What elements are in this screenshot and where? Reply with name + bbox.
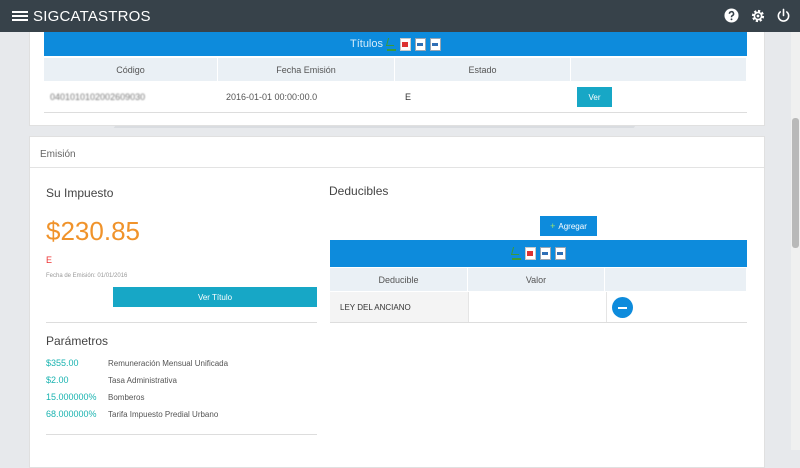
ver-titulo-row-button[interactable]: Ver [577, 87, 612, 107]
status-marker: E [46, 255, 53, 265]
param-value: $355.00 [46, 358, 79, 368]
divider [46, 434, 317, 435]
estado-cell: E [405, 92, 412, 102]
param-label: Remuneración Mensual Unificada [108, 359, 229, 368]
param-label: Bomberos [108, 393, 145, 402]
table-row: LEY DEL ANCIANO [330, 292, 747, 323]
emision-header: Emisión [30, 137, 764, 168]
titulos-header: Títulos [44, 32, 747, 56]
column-header: Fecha Emisión [218, 58, 396, 81]
excel-export-icon[interactable] [511, 247, 521, 260]
help-icon[interactable] [723, 7, 740, 24]
plus-icon: + [550, 221, 556, 231]
table-row: 0401010102002609030 2016-01-01 00:00:00.… [44, 82, 747, 113]
param-value: 68.000000% [46, 409, 97, 419]
app-title: SIGCATASTROS [33, 7, 151, 25]
top-navbar: SIGCATASTROS [0, 0, 800, 32]
deducibles-table-header: Deducible Valor [330, 268, 747, 291]
doc-export-icon[interactable] [415, 37, 426, 51]
column-header [571, 58, 748, 81]
excel-export-icon[interactable] [387, 38, 396, 51]
valor-cell [468, 292, 607, 322]
tax-amount: $230.85 [46, 216, 140, 246]
codigo-cell: 0401010102002609030 [50, 92, 146, 102]
param-value: $2.00 [46, 375, 69, 385]
param-label: Tasa Administrativa [108, 376, 177, 385]
column-header: Código [44, 58, 219, 81]
param-value: 15.000000% [46, 392, 97, 402]
param-label: Tarifa Impuesto Predial Urbano [108, 410, 219, 419]
column-header: Estado [395, 58, 572, 81]
print-export-icon[interactable] [554, 247, 566, 260]
print-export-icon[interactable] [430, 37, 441, 51]
remove-deducible-button[interactable] [612, 297, 633, 318]
titulos-table-header: Código Fecha Emisión Estado [44, 58, 748, 81]
deducible-cell: LEY DEL ANCIANO [330, 292, 468, 322]
divider [46, 322, 317, 323]
hamburger-menu-icon[interactable] [12, 11, 28, 21]
titulos-title: Títulos [349, 38, 383, 50]
ver-titulo-button[interactable]: Ver Título [113, 287, 317, 307]
fecha-cell: 2016-01-01 00:00:00.0 [226, 92, 318, 102]
emision-title: Emisión [40, 149, 76, 160]
deducibles-header [330, 240, 747, 267]
minus-icon [618, 306, 627, 309]
parametros-title: Parámetros [46, 334, 109, 348]
pdf-export-icon[interactable] [400, 37, 411, 51]
power-icon[interactable] [775, 7, 792, 24]
agregar-button[interactable]: + Agregar [540, 216, 597, 236]
deducibles-title: Deducibles [329, 184, 389, 198]
column-header: Valor [468, 268, 606, 291]
scrollbar-thumb[interactable] [792, 118, 799, 248]
settings-gear-icon[interactable] [749, 7, 766, 24]
pdf-export-icon[interactable] [524, 247, 536, 260]
column-header [605, 268, 747, 291]
column-header: Deducible [330, 268, 468, 291]
agregar-label: Agregar [558, 221, 587, 231]
fecha-emision-text: Fecha de Emisión: 01/01/2016 [46, 273, 128, 279]
su-impuesto-title: Su Impuesto [46, 186, 114, 200]
doc-export-icon[interactable] [539, 247, 551, 260]
